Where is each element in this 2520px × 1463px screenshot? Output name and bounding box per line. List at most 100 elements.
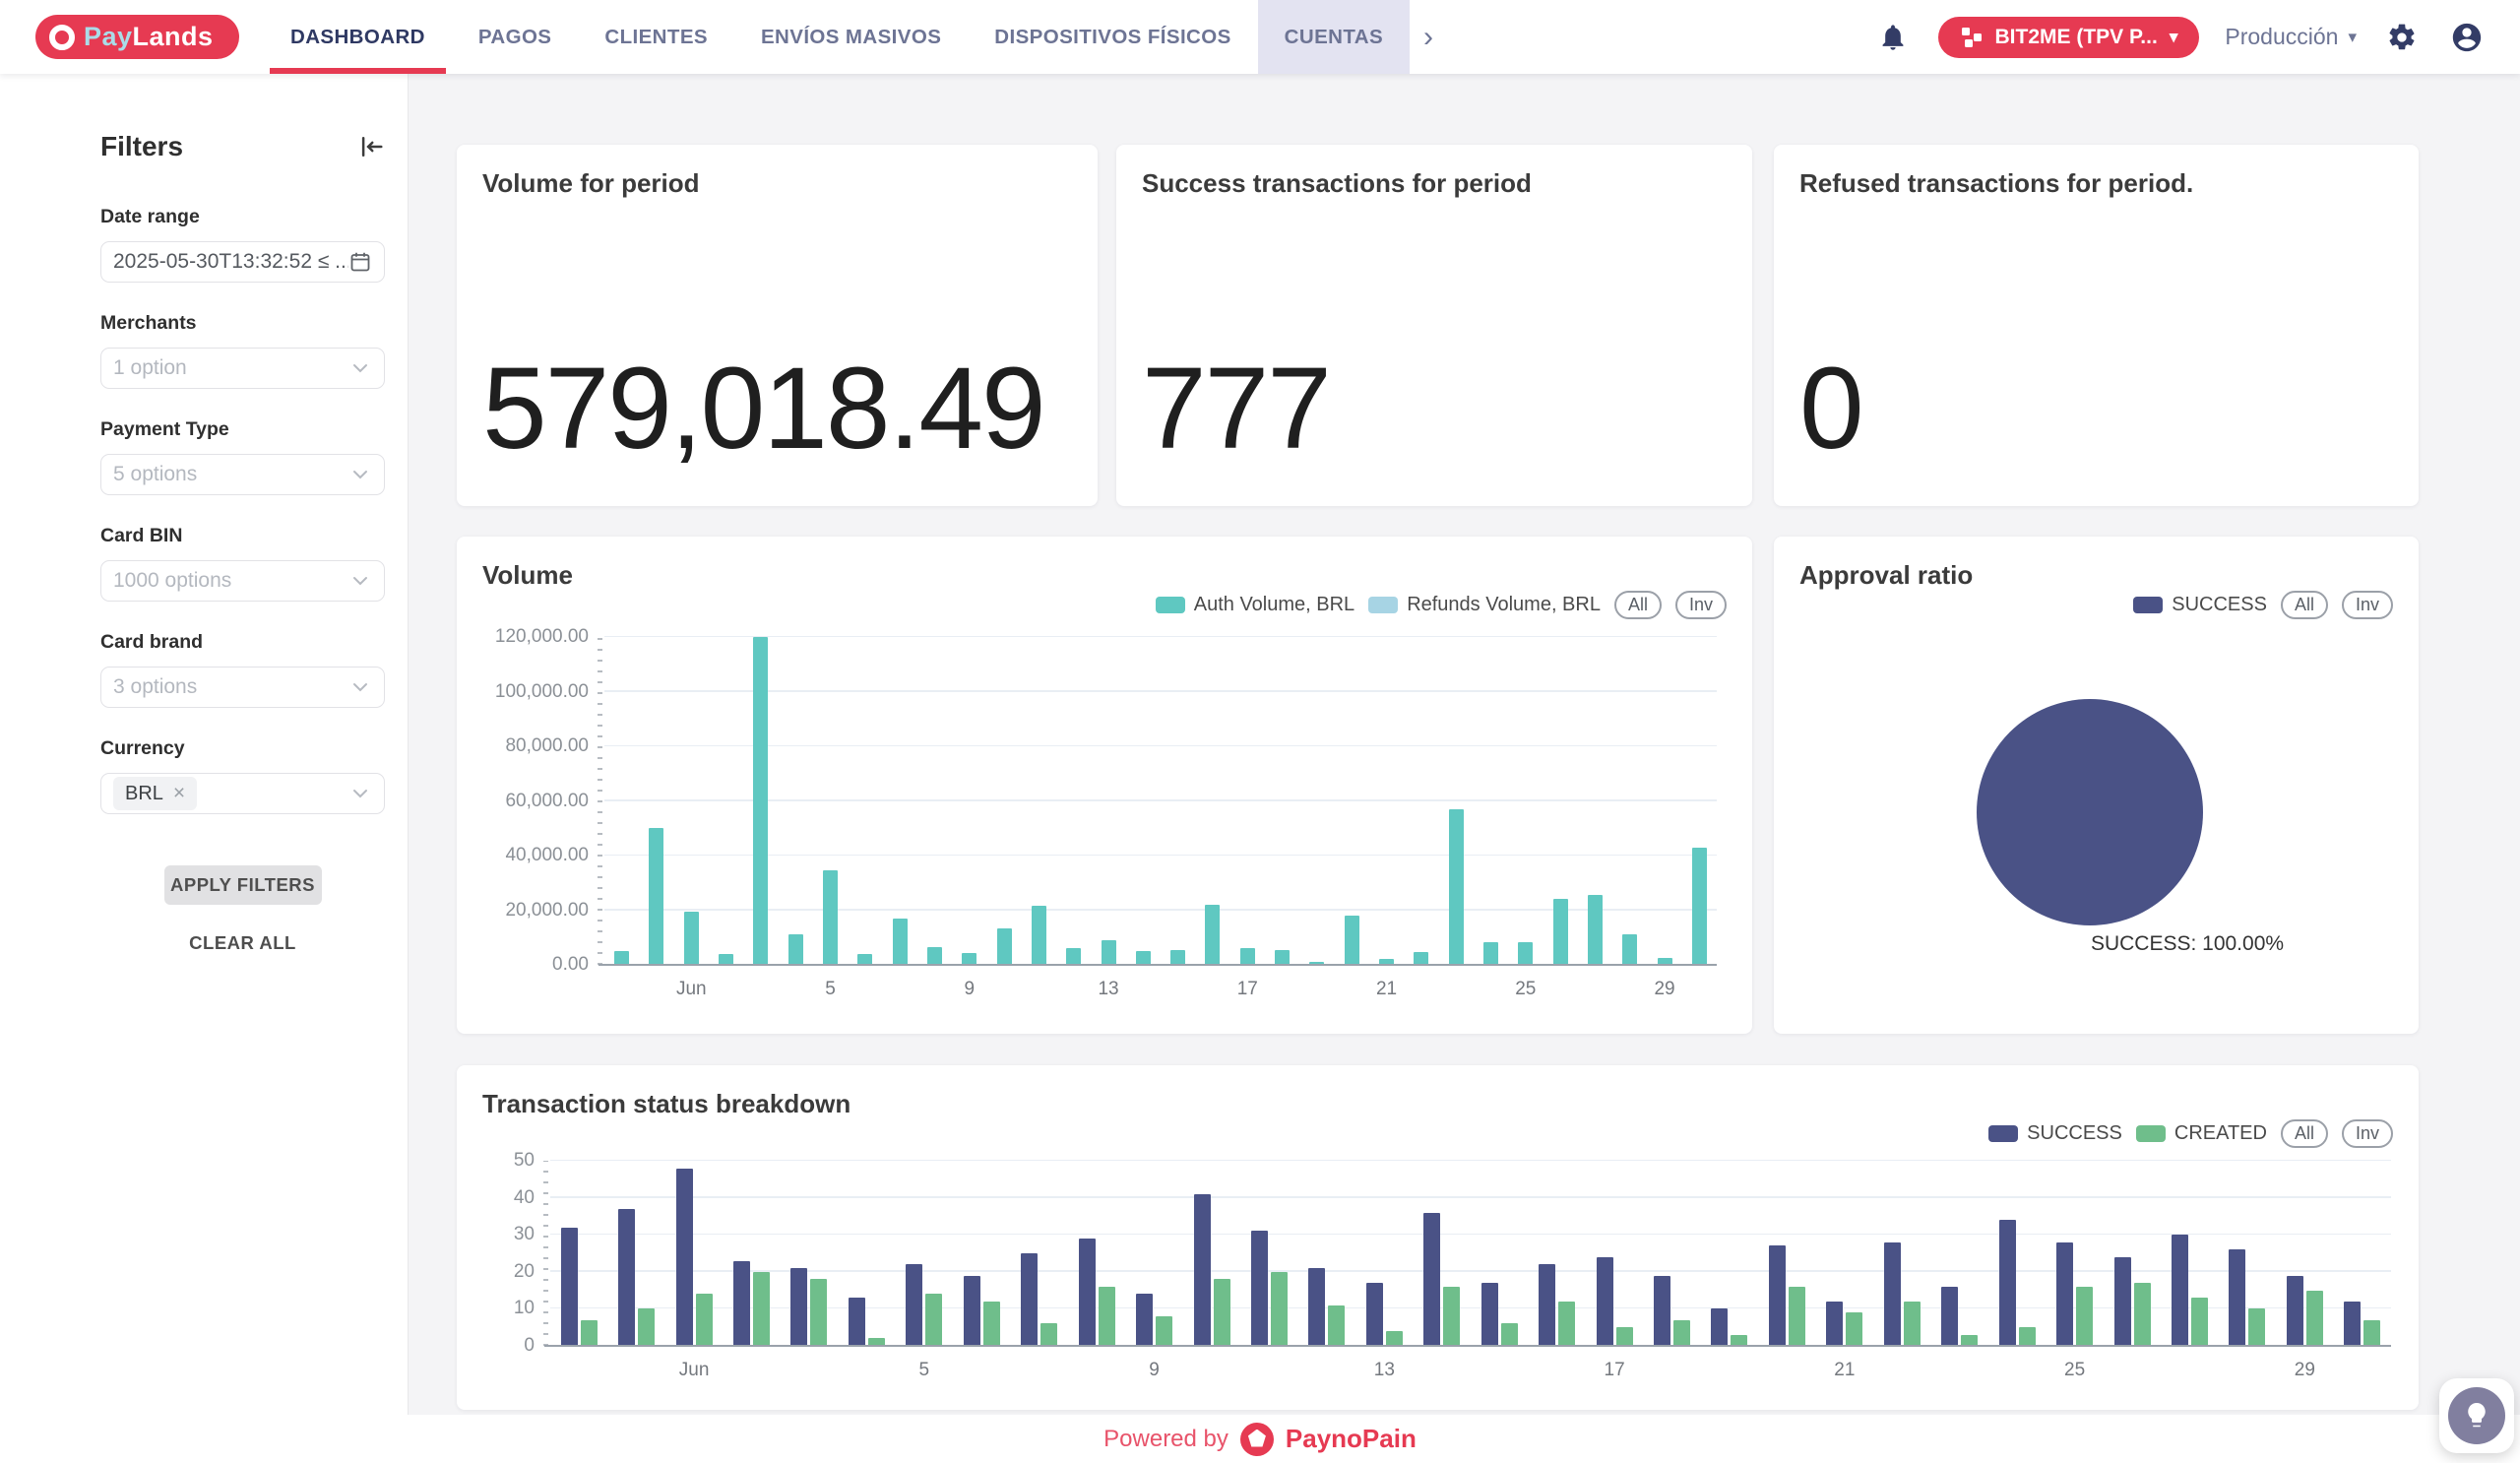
clear-all-button[interactable]: CLEAR ALL <box>189 932 296 954</box>
select-currency[interactable]: BRL× <box>100 773 385 814</box>
bar-success-jun-23 <box>1941 1287 1958 1346</box>
legend-swatch <box>2136 1125 2166 1142</box>
bar-success-jun-11 <box>1251 1231 1268 1346</box>
bar-created-jun-11 <box>1271 1272 1288 1346</box>
nav-item-dashboard[interactable]: DASHBOARD <box>264 0 452 74</box>
bar-success-jun-28 <box>2229 1249 2245 1346</box>
select-merchants[interactable]: 1 option <box>100 348 385 389</box>
stat-value: 0 <box>1799 342 1862 476</box>
chevron-down-icon <box>348 356 372 380</box>
bar-success-jun-24 <box>1999 1220 2016 1346</box>
paylands-logo[interactable]: PayLands <box>35 15 239 59</box>
calendar-icon <box>348 250 372 274</box>
y-axis-label: 30 <box>416 1224 535 1245</box>
nav-item-cuentas[interactable]: CUENTAS <box>1258 0 1410 74</box>
legend-all-pill[interactable]: All <box>1614 591 1662 619</box>
bar-created-jun-14 <box>1443 1287 1460 1346</box>
select-card-bin[interactable]: 1000 options <box>100 560 385 602</box>
legend-entry-success[interactable]: SUCCESS <box>1988 1122 2122 1145</box>
bar-success-may-30 <box>561 1228 578 1346</box>
environment-selector[interactable]: Producción ▾ <box>2225 24 2357 50</box>
bar-auth-volume-brl-jun-4 <box>788 934 803 965</box>
bar-created-jun-7 <box>1040 1323 1057 1346</box>
x-axis-label: 21 <box>1376 979 1397 1000</box>
legend-entry-refunds-volume-brl[interactable]: Refunds Volume, BRL <box>1368 594 1601 616</box>
topbar-right: BIT2ME (TPV P... ▾ Producción ▾ <box>1873 0 2488 74</box>
legend-entry-auth-volume-brl[interactable]: Auth Volume, BRL <box>1156 594 1354 616</box>
bar-success-jun-13 <box>1366 1283 1383 1346</box>
bar-auth-volume-brl-jun-30 <box>1692 848 1707 965</box>
account-avatar-icon[interactable] <box>2447 18 2487 57</box>
topbar: PayLands DASHBOARDPAGOSCLIENTESENVÍOS MA… <box>0 0 2520 74</box>
select-payment-type[interactable]: 5 options <box>100 454 385 495</box>
bar-auth-volume-brl-jun-7 <box>893 919 908 965</box>
apply-filters-button[interactable]: APPLY FILTERS <box>164 865 322 905</box>
bar-created-jun-6 <box>983 1302 1000 1346</box>
bar-created-jun-24 <box>2019 1327 2036 1346</box>
collapse-sidebar-icon[interactable] <box>355 132 385 161</box>
legend-inv-pill[interactable]: Inv <box>2342 591 2393 619</box>
bar-auth-volume-brl-jun-1 <box>684 912 699 965</box>
bar-created-jun-29 <box>2306 1291 2323 1346</box>
stat-title: Volume for period <box>482 168 700 199</box>
stat-card-refused-transactions-for-period: Refused transactions for period. 0 <box>1774 145 2419 506</box>
legend-entry-success[interactable]: SUCCESS <box>2133 594 2267 616</box>
bar-created-jun-22 <box>1904 1302 1921 1346</box>
bar-auth-volume-brl-jun-5 <box>823 870 838 965</box>
bar-success-jun-12 <box>1308 1268 1325 1346</box>
bar-success-jun-5 <box>906 1264 922 1346</box>
paylands-logo-text: PayLands <box>84 22 214 52</box>
nav-item-dispositivos-f-sicos[interactable]: DISPOSITIVOS FÍSICOS <box>968 0 1257 74</box>
filter-label-payment-type: Payment Type <box>100 418 385 441</box>
x-axis-label: 9 <box>964 979 975 1000</box>
nav-overflow-chevron-icon[interactable]: › <box>1410 0 1447 74</box>
x-axis-label: 13 <box>1374 1360 1395 1381</box>
filter-label-currency: Currency <box>100 737 385 760</box>
dashboard-main: Volume for period579,018.49Success trans… <box>409 74 2520 1463</box>
bar-success-jun-20 <box>1769 1245 1786 1346</box>
bar-success-jun-9 <box>1136 1294 1153 1346</box>
status-breakdown-title: Transaction status breakdown <box>482 1089 850 1119</box>
bar-success-jun-16 <box>1539 1264 1555 1346</box>
x-axis-label: 13 <box>1098 979 1118 1000</box>
bar-created-jun-27 <box>2191 1298 2208 1346</box>
legend-swatch <box>2133 597 2163 613</box>
merchant-selector-button[interactable]: BIT2ME (TPV P... ▾ <box>1938 17 2200 58</box>
paynopain-brand-text: PaynoPain <box>1286 1424 1417 1454</box>
legend-inv-pill[interactable]: Inv <box>2342 1119 2393 1148</box>
nav-item-env-os-masivos[interactable]: ENVÍOS MASIVOS <box>734 0 968 74</box>
lightbulb-icon <box>2448 1387 2505 1444</box>
bar-success-jun-17 <box>1597 1257 1613 1346</box>
y-axis-label: 100,000.00 <box>471 681 589 703</box>
select-card-brand[interactable]: 3 options <box>100 667 385 708</box>
approval-pie-chart <box>1977 699 2203 925</box>
bar-created-jun-8 <box>1099 1287 1115 1346</box>
bar-series <box>550 1161 2391 1346</box>
legend-inv-pill[interactable]: Inv <box>1675 591 1727 619</box>
nav-item-clientes[interactable]: CLIENTES <box>578 0 734 74</box>
legend-all-pill[interactable]: All <box>2281 591 2328 619</box>
stat-value: 777 <box>1142 342 1330 476</box>
bar-success-jun-18 <box>1654 1276 1670 1346</box>
settings-gear-icon[interactable] <box>2382 18 2422 57</box>
x-axis-label: 17 <box>1605 1360 1625 1381</box>
y-axis-label: 60,000.00 <box>471 791 589 812</box>
bar-success-jun-21 <box>1826 1302 1843 1346</box>
bar-success-jun-3 <box>790 1268 807 1346</box>
notifications-bell-icon[interactable] <box>1873 18 1913 57</box>
approval-pie-label: SUCCESS: 100.00% <box>2091 932 2284 956</box>
bar-auth-volume-brl-jun-8 <box>927 947 942 965</box>
legend-entry-created[interactable]: CREATED <box>2136 1122 2267 1145</box>
bar-auth-volume-brl-jun-27 <box>1588 895 1603 965</box>
date-range-input[interactable]: 2025-05-30T13:32:52 ≤ ... <box>100 241 385 283</box>
help-widget-button[interactable] <box>2439 1378 2514 1453</box>
stat-title: Refused transactions for period. <box>1799 168 2193 199</box>
bar-created-jun-3 <box>810 1279 827 1346</box>
nav-item-pagos[interactable]: PAGOS <box>452 0 579 74</box>
legend-all-pill[interactable]: All <box>2281 1119 2328 1148</box>
bar-success-jun-26 <box>2114 1257 2131 1346</box>
remove-chip-icon[interactable]: × <box>173 782 185 805</box>
x-axis-label: 17 <box>1237 979 1258 1000</box>
x-axis-line <box>544 1345 2391 1348</box>
x-axis-label: 9 <box>1149 1360 1160 1381</box>
